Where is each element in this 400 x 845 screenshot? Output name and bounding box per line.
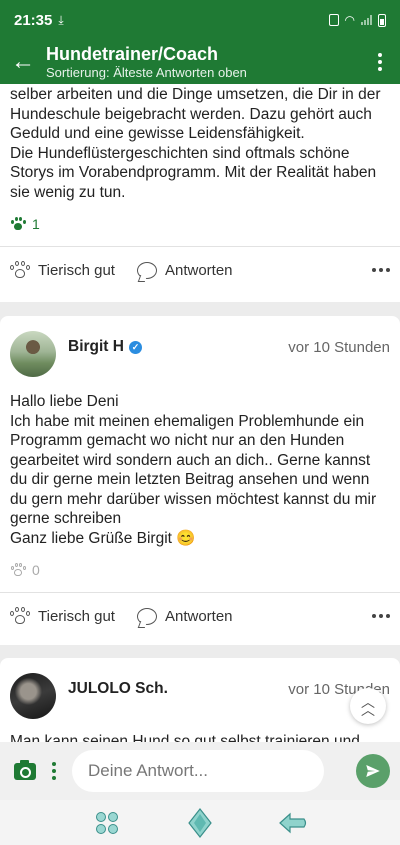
overflow-menu-button[interactable] <box>360 53 400 71</box>
arrow-left-icon: ← <box>11 48 35 75</box>
comment-icon <box>136 261 157 279</box>
comment-icon <box>136 607 157 625</box>
send-icon <box>366 765 380 777</box>
status-icons: ◠ <box>328 13 386 27</box>
bottom-nav <box>0 800 400 845</box>
page-title: Hundetrainer/Coach <box>46 43 219 64</box>
post-text: selber arbeiten und die Dinge umsetzen, … <box>10 86 381 201</box>
post-header: JULOLO Sch. vor 10 Stunden <box>0 658 400 734</box>
author-name[interactable]: Birgit H ✓ <box>68 338 142 356</box>
post-card: JULOLO Sch. vor 10 Stunden Man kann sein… <box>0 658 400 742</box>
like-count[interactable]: 1 <box>0 216 400 232</box>
post-actions: Tierisch gut Antworten <box>0 247 400 293</box>
nav-center-button[interactable] <box>185 807 215 838</box>
paw-outline-icon <box>10 607 30 625</box>
reply-button[interactable]: Antworten <box>136 607 233 625</box>
chevron-up-icon: ︿ ︿ <box>361 694 375 718</box>
notification-icon <box>328 14 339 26</box>
reply-button[interactable]: Antworten <box>136 261 233 279</box>
send-button[interactable] <box>356 754 390 788</box>
avatar[interactable] <box>10 673 56 719</box>
post-more-button[interactable] <box>372 268 390 272</box>
paw-outline-icon <box>10 261 30 279</box>
post-time: vor 10 Stunden <box>288 338 390 356</box>
nav-home-button[interactable] <box>92 808 122 838</box>
post-text: Hallo liebe Deni Ich habe mit meinen ehe… <box>10 393 377 547</box>
like-button[interactable]: Tierisch gut <box>10 607 115 625</box>
back-button[interactable]: ← <box>0 40 46 84</box>
scroll-to-top-button[interactable]: ︿ ︿ <box>350 688 386 724</box>
paw-outline-icon <box>10 563 26 577</box>
post-header: Birgit H ✓ vor 10 Stunden <box>0 316 400 392</box>
status-bar: 21:35 ⤓ ◠ <box>0 0 400 40</box>
download-icon: ⤓ <box>58 12 64 27</box>
app-bar: ← Hundetrainer/Coach Sortierung: Älteste… <box>0 40 400 84</box>
wifi-icon: ◠ <box>344 13 355 27</box>
like-count[interactable]: 0 <box>0 562 400 578</box>
post-more-button[interactable] <box>372 614 390 618</box>
camera-icon[interactable] <box>14 759 36 780</box>
author-name[interactable]: JULOLO Sch. <box>68 680 168 698</box>
like-count-value: 1 <box>32 216 40 232</box>
author-name-text: JULOLO Sch. <box>68 680 168 697</box>
post-card: Birgit H ✓ vor 10 Stunden Hallo liebe De… <box>0 316 400 645</box>
post-actions: Tierisch gut Antworten <box>0 593 400 639</box>
post-text: Man kann seinen Hund so gut selbst train… <box>10 733 360 742</box>
grid-icon <box>95 811 118 834</box>
paw-icon <box>10 217 26 231</box>
avatar[interactable] <box>10 331 56 377</box>
status-time: 21:35 <box>14 11 53 29</box>
reply-label: Antworten <box>164 607 233 625</box>
sort-label[interactable]: Sortierung: Älteste Antworten oben <box>46 65 360 81</box>
like-button[interactable]: Tierisch gut <box>10 261 115 279</box>
like-count-value: 0 <box>32 562 40 578</box>
like-label: Tierisch gut <box>38 261 115 279</box>
post-card: selber arbeiten und die Dinge umsetzen, … <box>0 84 400 302</box>
attach-more-button[interactable] <box>52 762 56 780</box>
verified-icon: ✓ <box>128 340 142 354</box>
author-name-text: Birgit H <box>68 338 124 355</box>
reply-label: Antworten <box>164 261 233 279</box>
like-label: Tierisch gut <box>38 607 115 625</box>
back-arrow-icon <box>279 812 307 833</box>
nav-back-button[interactable] <box>278 808 308 838</box>
app-bar-titles: Hundetrainer/Coach Sortierung: Älteste A… <box>46 44 360 81</box>
battery-icon <box>378 13 386 27</box>
reply-composer <box>0 742 400 800</box>
reply-input[interactable] <box>72 750 324 792</box>
signal-icon <box>361 15 372 25</box>
diamond-icon <box>188 807 212 838</box>
